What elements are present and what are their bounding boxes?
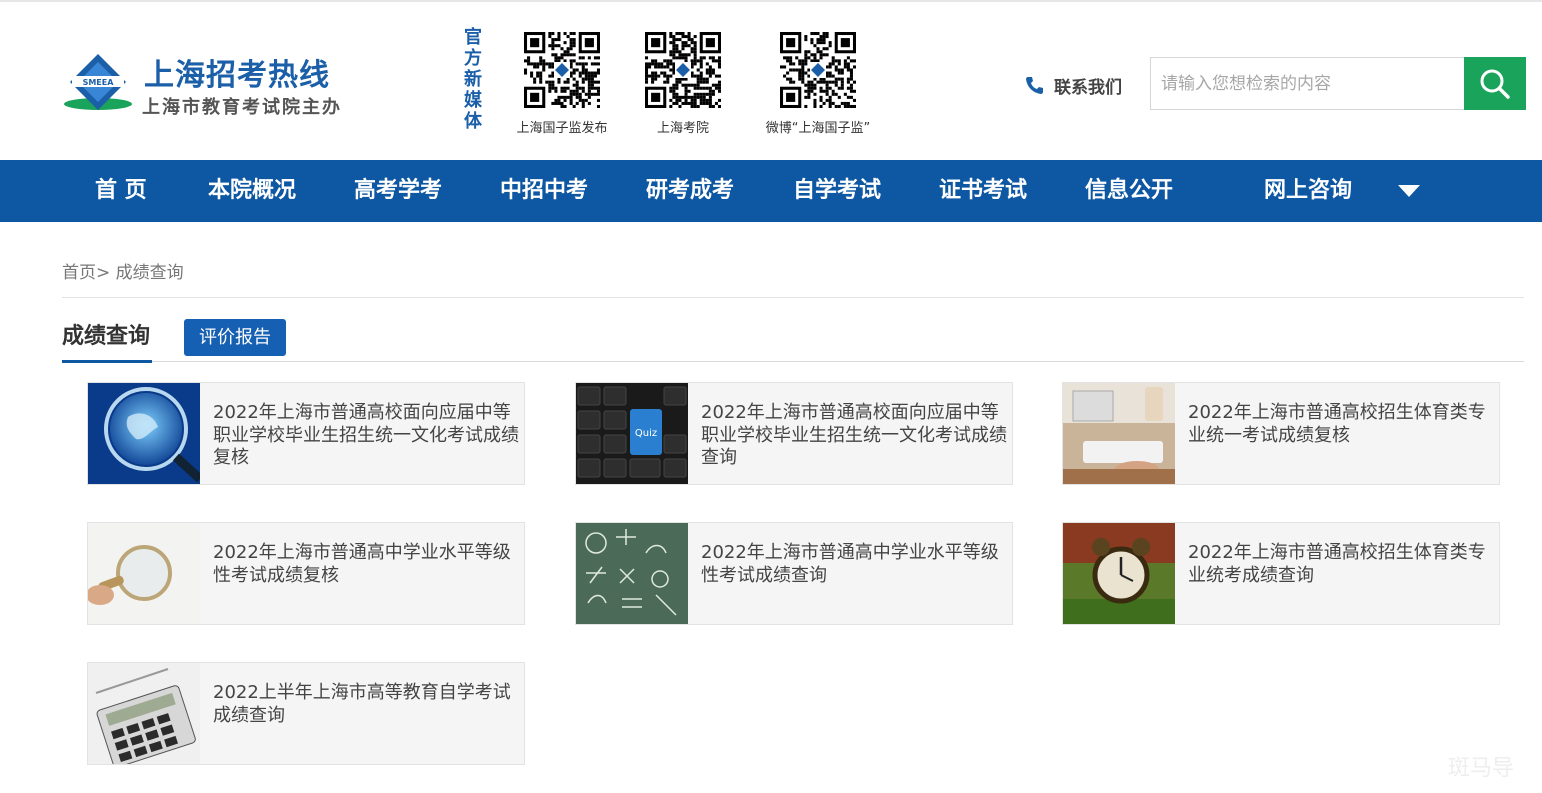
divider	[62, 297, 1524, 298]
list-item[interactable]: 2022年上海市普通高校招生体育类专业统一考试成绩复核	[1062, 382, 1500, 485]
qr-caption: 微博“上海国子监”	[765, 121, 871, 136]
list-item[interactable]: 2022年上海市普通高中学业水平等级性考试成绩复核	[87, 522, 525, 625]
card-title: 2022年上海市普通高校面向应届中等职业学校毕业生招生统一文化考试成绩查询	[701, 402, 1007, 468]
list-item[interactable]: 2022年上海市普通高中学业水平等级性考试成绩查询	[575, 522, 1013, 625]
magnifying-glass-image	[88, 523, 200, 624]
nav-item-certificate[interactable]: 证书考试	[939, 160, 1027, 222]
nav-item-about[interactable]: 本院概况	[208, 160, 296, 222]
card-title: 2022年上海市普通高校面向应届中等职业学校毕业生招生统一文化考试成绩复核	[213, 402, 519, 468]
nav-item-zhongkao[interactable]: 中招中考	[500, 160, 588, 222]
list-item[interactable]: Quiz 2022年上海市普通高校面向应届中等职业学校毕业生招生统一文化考试成绩…	[575, 382, 1013, 485]
breadcrumb-home[interactable]: 首页	[62, 263, 96, 283]
tab-score-query[interactable]: 成绩查询	[62, 318, 150, 350]
keyboard-quiz-image: Quiz	[576, 383, 688, 484]
site-subtitle: 上海市教育考试院主办	[142, 97, 342, 118]
nav-item-yankao[interactable]: 研考成考	[646, 160, 734, 222]
card-title: 2022年上海市普通高中学业水平等级性考试成绩复核	[213, 542, 511, 586]
breadcrumb-current: 成绩查询	[115, 263, 184, 283]
search-box	[1150, 57, 1526, 110]
logo-badge-text: SMEEA	[83, 78, 115, 87]
contact-us-label: 联系我们	[1054, 77, 1122, 98]
top-border	[0, 0, 1542, 2]
contact-us-link[interactable]: 联系我们	[1024, 73, 1122, 98]
list-item[interactable]: 2022年上海市普通高校招生体育类专业统考成绩查询	[1062, 522, 1500, 625]
list-item[interactable]: 2022上半年上海市高等教育自学考试成绩查询	[87, 662, 525, 765]
nav-item-zixue[interactable]: 自学考试	[793, 160, 881, 222]
nav-item-gaokao[interactable]: 高考学考	[354, 160, 442, 222]
chevron-down-icon[interactable]	[1398, 185, 1420, 197]
nav-item-info[interactable]: 信息公开	[1085, 160, 1173, 222]
tab-evaluation-report[interactable]: 评价报告	[184, 319, 286, 356]
qr-code-icon	[524, 32, 600, 108]
site-title: 上海招考热线	[144, 58, 330, 93]
alarm-clock-image	[1063, 523, 1175, 624]
search-icon	[1480, 69, 1510, 99]
laptop-desk-image	[1063, 383, 1175, 484]
nav-item-home[interactable]: 首 页	[95, 160, 147, 222]
qr-code-item[interactable]: 微博“上海国子监”	[748, 32, 888, 142]
site-logo[interactable]: SMEEA 上海招考热线 上海市教育考试院主办	[62, 48, 352, 120]
breadcrumb-separator: >	[96, 263, 111, 283]
official-media-label: 官方新媒体	[464, 27, 482, 132]
qr-code-item[interactable]: 上海考院	[613, 32, 753, 142]
breadcrumb: 首页> 成绩查询	[62, 258, 184, 283]
card-title: 2022年上海市普通高校招生体育类专业统考成绩查询	[1188, 542, 1486, 586]
calculator-image	[88, 663, 200, 764]
globe-magnifier-image	[88, 383, 200, 484]
qr-code-item[interactable]: 上海国子监发布	[492, 32, 632, 142]
active-tab-indicator	[62, 360, 152, 363]
qr-code-icon	[645, 32, 721, 108]
search-input[interactable]	[1150, 57, 1464, 110]
qr-caption: 上海考院	[656, 121, 709, 136]
chalkboard-formulas-image	[576, 523, 688, 624]
watermark: 斑马导	[1448, 756, 1515, 781]
tab-divider	[62, 361, 1524, 362]
qr-caption: 上海国子监发布	[516, 121, 608, 136]
qr-code-icon	[780, 32, 856, 108]
search-button[interactable]	[1464, 57, 1526, 110]
main-nav: 首 页 本院概况 高考学考 中招中考 研考成考 自学考试 证书考试 信息公开 网…	[0, 160, 1542, 222]
svg-text:Quiz: Quiz	[635, 428, 657, 439]
logo-emblem-icon: SMEEA	[64, 54, 132, 110]
phone-icon	[1026, 77, 1043, 94]
nav-item-consult[interactable]: 网上咨询	[1264, 160, 1352, 222]
card-title: 2022年上海市普通高校招生体育类专业统一考试成绩复核	[1188, 402, 1486, 446]
list-item[interactable]: 2022年上海市普通高校面向应届中等职业学校毕业生招生统一文化考试成绩复核	[87, 382, 525, 485]
card-title: 2022年上海市普通高中学业水平等级性考试成绩查询	[701, 542, 999, 586]
card-title: 2022上半年上海市高等教育自学考试成绩查询	[213, 682, 511, 726]
